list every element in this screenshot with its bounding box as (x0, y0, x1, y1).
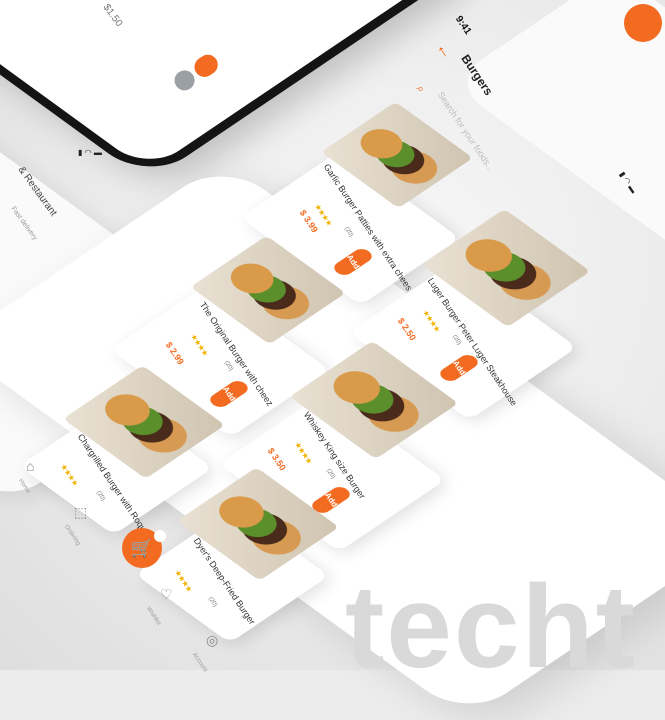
status-time: 9:41 (452, 14, 474, 37)
heart-icon[interactable]: ♡ (160, 586, 173, 603)
nav-label-ordering: Ordering (63, 524, 82, 547)
back-arrow-icon[interactable]: ← (431, 37, 459, 64)
home-icon[interactable]: ⌂ (26, 458, 34, 474)
box-icon[interactable]: ⬚ (74, 504, 87, 521)
watermark-text: techt (345, 561, 637, 693)
user-icon[interactable]: ◎ (206, 632, 218, 649)
nav-label-home: Home (17, 478, 31, 495)
cart-icon: 🛒 (130, 538, 154, 558)
search-icon: ⌕ (413, 82, 429, 96)
nav-label-account: Account (191, 652, 209, 674)
status-icons: ▮ ◠ ▬ (617, 170, 639, 195)
cart-badge (154, 530, 166, 542)
page-title: Burgers (458, 52, 496, 98)
nav-label-wishlist: Wishlist (145, 606, 162, 627)
